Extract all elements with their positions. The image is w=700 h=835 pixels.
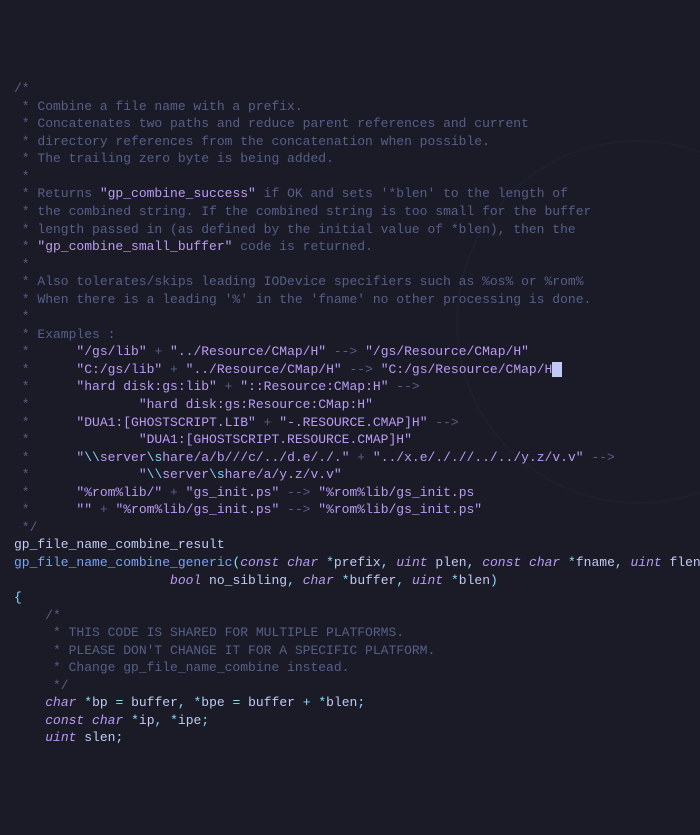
code-line: * "DUA1:[GHOSTSCRIPT.RESOURCE.CMAP]H"	[14, 431, 686, 449]
code-line: * "hard disk:gs:lib" + "::Resource:CMap:…	[14, 378, 686, 396]
code-line: * PLEASE DON'T CHANGE IT FOR A SPECIFIC …	[14, 642, 686, 660]
code-line: * "%rom%lib/" + "gs_init.ps" --> "%rom%l…	[14, 484, 686, 502]
code-line: * Also tolerates/skips leading IODevice …	[14, 273, 686, 291]
code-line: *	[14, 168, 686, 186]
code-line: * "gp_combine_small_buffer" code is retu…	[14, 238, 686, 256]
code-line: * "" + "%rom%lib/gs_init.ps" --> "%rom%l…	[14, 501, 686, 519]
code-line: /*	[14, 80, 686, 98]
code-line: * "\\server\share/a/y.z/v.v"	[14, 466, 686, 484]
code-line: * "C:/gs/lib" + "../Resource/CMap/H" -->…	[14, 361, 686, 379]
code-line: * Examples :	[14, 326, 686, 344]
code-line: const char *ip, *ipe;	[14, 712, 686, 730]
code-line: * the combined string. If the combined s…	[14, 203, 686, 221]
code-line: bool no_sibling, char *buffer, uint *ble…	[14, 572, 686, 590]
code-line: char *bp = buffer, *bpe = buffer + *blen…	[14, 694, 686, 712]
code-editor[interactable]: /* * Combine a file name with a prefix. …	[14, 80, 686, 747]
code-line: * Change gp_file_name_combine instead.	[14, 659, 686, 677]
code-line: * "/gs/lib" + "../Resource/CMap/H" --> "…	[14, 343, 686, 361]
code-line: gp_file_name_combine_result	[14, 536, 686, 554]
code-line: * directory references from the concaten…	[14, 133, 686, 151]
code-line: * Returns "gp_combine_success" if OK and…	[14, 185, 686, 203]
code-line: * The trailing zero byte is being added.	[14, 150, 686, 168]
code-line: * THIS CODE IS SHARED FOR MULTIPLE PLATF…	[14, 624, 686, 642]
code-line: * Combine a file name with a prefix.	[14, 98, 686, 116]
code-line: * Concatenates two paths and reduce pare…	[14, 115, 686, 133]
code-line: *	[14, 256, 686, 274]
code-line: * "hard disk:gs:Resource:CMap:H"	[14, 396, 686, 414]
code-line: * "DUA1:[GHOSTSCRIPT.LIB" + "-.RESOURCE.…	[14, 414, 686, 432]
code-line: {	[14, 589, 686, 607]
code-line: * When there is a leading '%' in the 'fn…	[14, 291, 686, 309]
code-line: */	[14, 519, 686, 537]
code-line: /*	[14, 607, 686, 625]
code-line: gp_file_name_combine_generic(const char …	[14, 554, 686, 572]
code-line: * "\\server\share/a/b///c/../d.e/./." + …	[14, 449, 686, 467]
code-line: * length passed in (as defined by the in…	[14, 221, 686, 239]
code-line: uint slen;	[14, 729, 686, 747]
code-line: *	[14, 308, 686, 326]
code-line: */	[14, 677, 686, 695]
